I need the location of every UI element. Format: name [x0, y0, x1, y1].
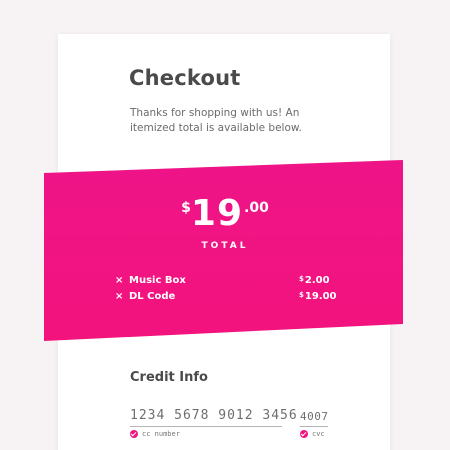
- cvc-input[interactable]: 4007: [300, 410, 328, 427]
- total-label: TOTAL: [201, 241, 249, 251]
- item-currency: $: [299, 275, 304, 283]
- card-number-input[interactable]: 1234 5678 9012 3456: [130, 408, 297, 427]
- total-whole: 19: [190, 193, 244, 234]
- total-amount: $19.00: [0, 196, 450, 232]
- card-number-field[interactable]: 1234 5678 9012 3456 cc number: [130, 408, 297, 438]
- remove-x-icon[interactable]: ×: [115, 291, 123, 302]
- card-number-helper: cc number: [130, 430, 282, 438]
- item-name: DL Code: [129, 291, 176, 302]
- credit-info-title: Credit Info: [130, 370, 208, 385]
- list-item: × Music Box $2.00: [115, 274, 357, 290]
- cvc-helper: cvc: [300, 430, 328, 438]
- card-number-label: cc number: [142, 430, 180, 438]
- item-currency: $: [299, 291, 304, 299]
- cvc-field[interactable]: 4007 cvc: [300, 410, 328, 438]
- check-circle-icon: [130, 430, 138, 438]
- item-name: Music Box: [129, 275, 186, 286]
- intro-text: Thanks for shopping with us! An itemized…: [130, 107, 302, 134]
- item-list: × Music Box $2.00 × DL Code $19.00: [115, 274, 357, 306]
- check-circle-icon: [300, 430, 308, 438]
- checkout-page: Checkout Thanks for shopping with us! An…: [0, 0, 450, 450]
- total-cents: .00: [244, 200, 269, 216]
- cvc-label: cvc: [312, 430, 325, 438]
- list-item: × DL Code $19.00: [115, 290, 357, 306]
- item-price: $2.00: [299, 275, 330, 286]
- remove-x-icon[interactable]: ×: [115, 275, 123, 286]
- item-price-value: 2.00: [304, 275, 330, 286]
- page-title: Checkout: [129, 66, 241, 90]
- total-currency: $: [181, 200, 191, 216]
- item-price-value: 19.00: [304, 291, 337, 302]
- item-price: $19.00: [299, 291, 337, 302]
